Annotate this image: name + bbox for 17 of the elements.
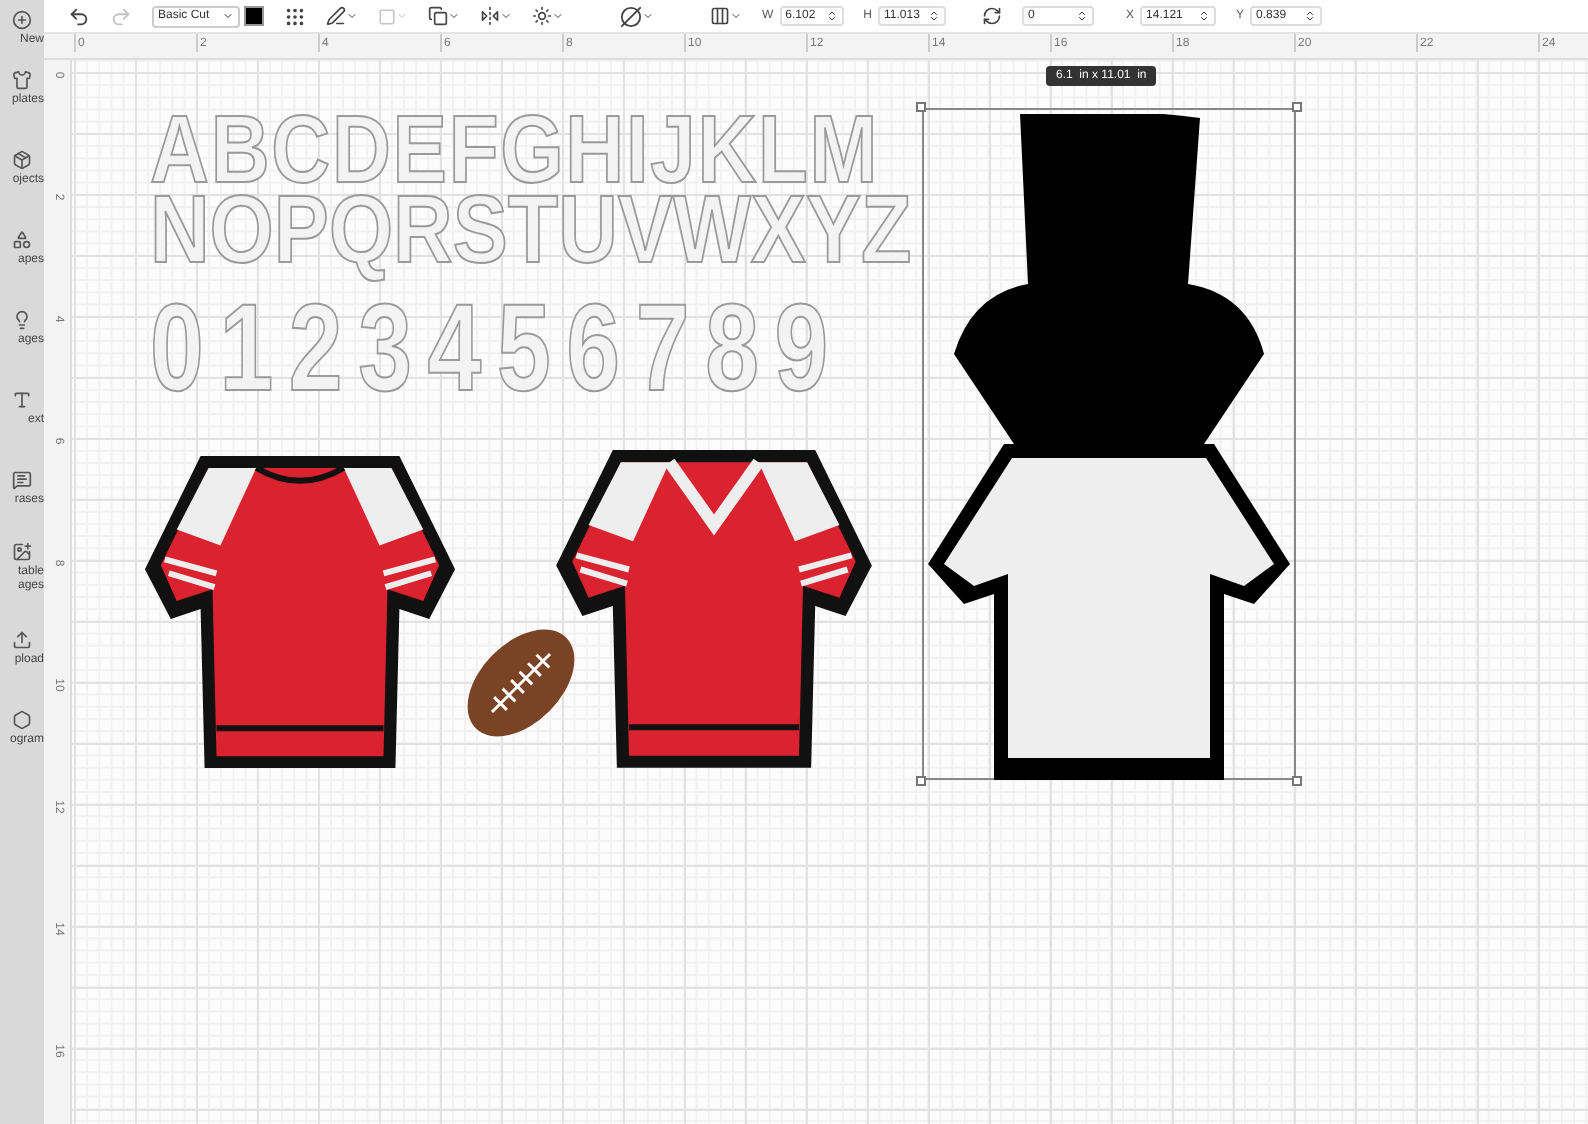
sidebar-icon[interactable] [12, 709, 32, 729]
color-swatch[interactable] [244, 6, 264, 26]
sidebar-icon[interactable] [12, 229, 32, 249]
sidebar-icon[interactable] [12, 69, 32, 89]
sidebar-icon[interactable] [12, 10, 32, 30]
sidebar-icon[interactable] [12, 629, 32, 649]
sidebar-icon[interactable] [12, 469, 32, 489]
flip-icon[interactable] [480, 6, 512, 26]
undo-icon[interactable] [68, 5, 90, 27]
caret-icon [222, 10, 234, 22]
edit-icon[interactable] [326, 6, 358, 26]
sidebar-icon[interactable] [12, 389, 32, 409]
sidebar-icon[interactable] [12, 542, 32, 562]
rotate-icon[interactable] [982, 6, 1003, 26]
sidebar-icon[interactable] [12, 149, 32, 169]
sidebar-icon[interactable] [12, 309, 32, 329]
digits-text: 0123456789 [150, 288, 844, 412]
